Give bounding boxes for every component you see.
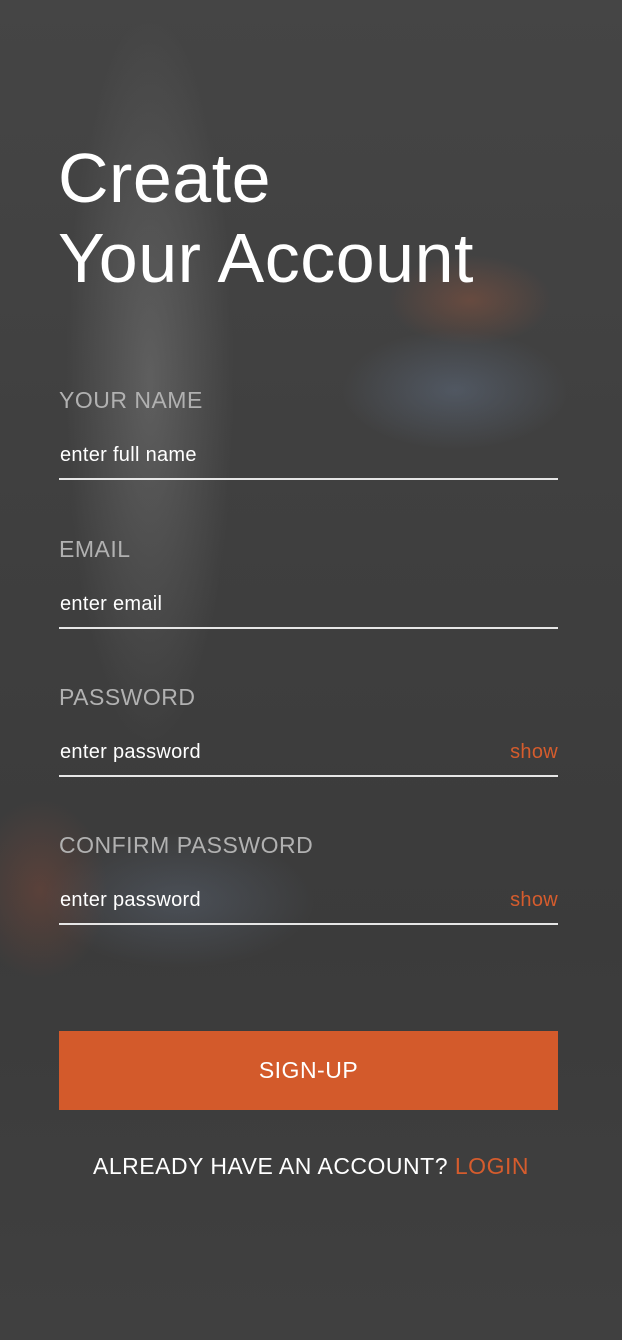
- signup-screen: Create Your Account YOUR NAME enter full…: [0, 0, 622, 1340]
- page-title: Create Your Account: [58, 138, 474, 298]
- title-line-2: Your Account: [58, 219, 474, 297]
- login-prompt-row: ALREADY HAVE AN ACCOUNT? LOGIN: [0, 1151, 622, 1181]
- login-link[interactable]: LOGIN: [455, 1153, 529, 1179]
- title-line-1: Create: [58, 139, 272, 217]
- password-input[interactable]: enter password show: [59, 737, 558, 777]
- email-field-group: EMAIL enter email: [59, 535, 558, 631]
- confirm-password-show-toggle[interactable]: show: [510, 887, 558, 913]
- password-placeholder: enter password: [60, 741, 201, 763]
- email-input[interactable]: enter email: [59, 589, 558, 629]
- name-placeholder: enter full name: [60, 444, 197, 466]
- confirm-password-label: CONFIRM PASSWORD: [59, 832, 314, 858]
- email-label: EMAIL: [59, 536, 131, 562]
- password-show-toggle[interactable]: show: [510, 739, 558, 765]
- name-input[interactable]: enter full name: [59, 440, 558, 480]
- name-field-group: YOUR NAME enter full name: [59, 386, 558, 482]
- signup-button[interactable]: SIGN-UP: [59, 1031, 558, 1110]
- password-field-group: PASSWORD enter password show: [59, 683, 558, 779]
- email-placeholder: enter email: [60, 593, 163, 615]
- confirm-password-field-group: CONFIRM PASSWORD enter password show: [59, 831, 558, 927]
- name-label: YOUR NAME: [59, 387, 203, 413]
- confirm-password-input[interactable]: enter password show: [59, 885, 558, 925]
- password-label: PASSWORD: [59, 684, 196, 710]
- login-prompt-text: ALREADY HAVE AN ACCOUNT?: [93, 1153, 448, 1179]
- confirm-password-placeholder: enter password: [60, 889, 201, 911]
